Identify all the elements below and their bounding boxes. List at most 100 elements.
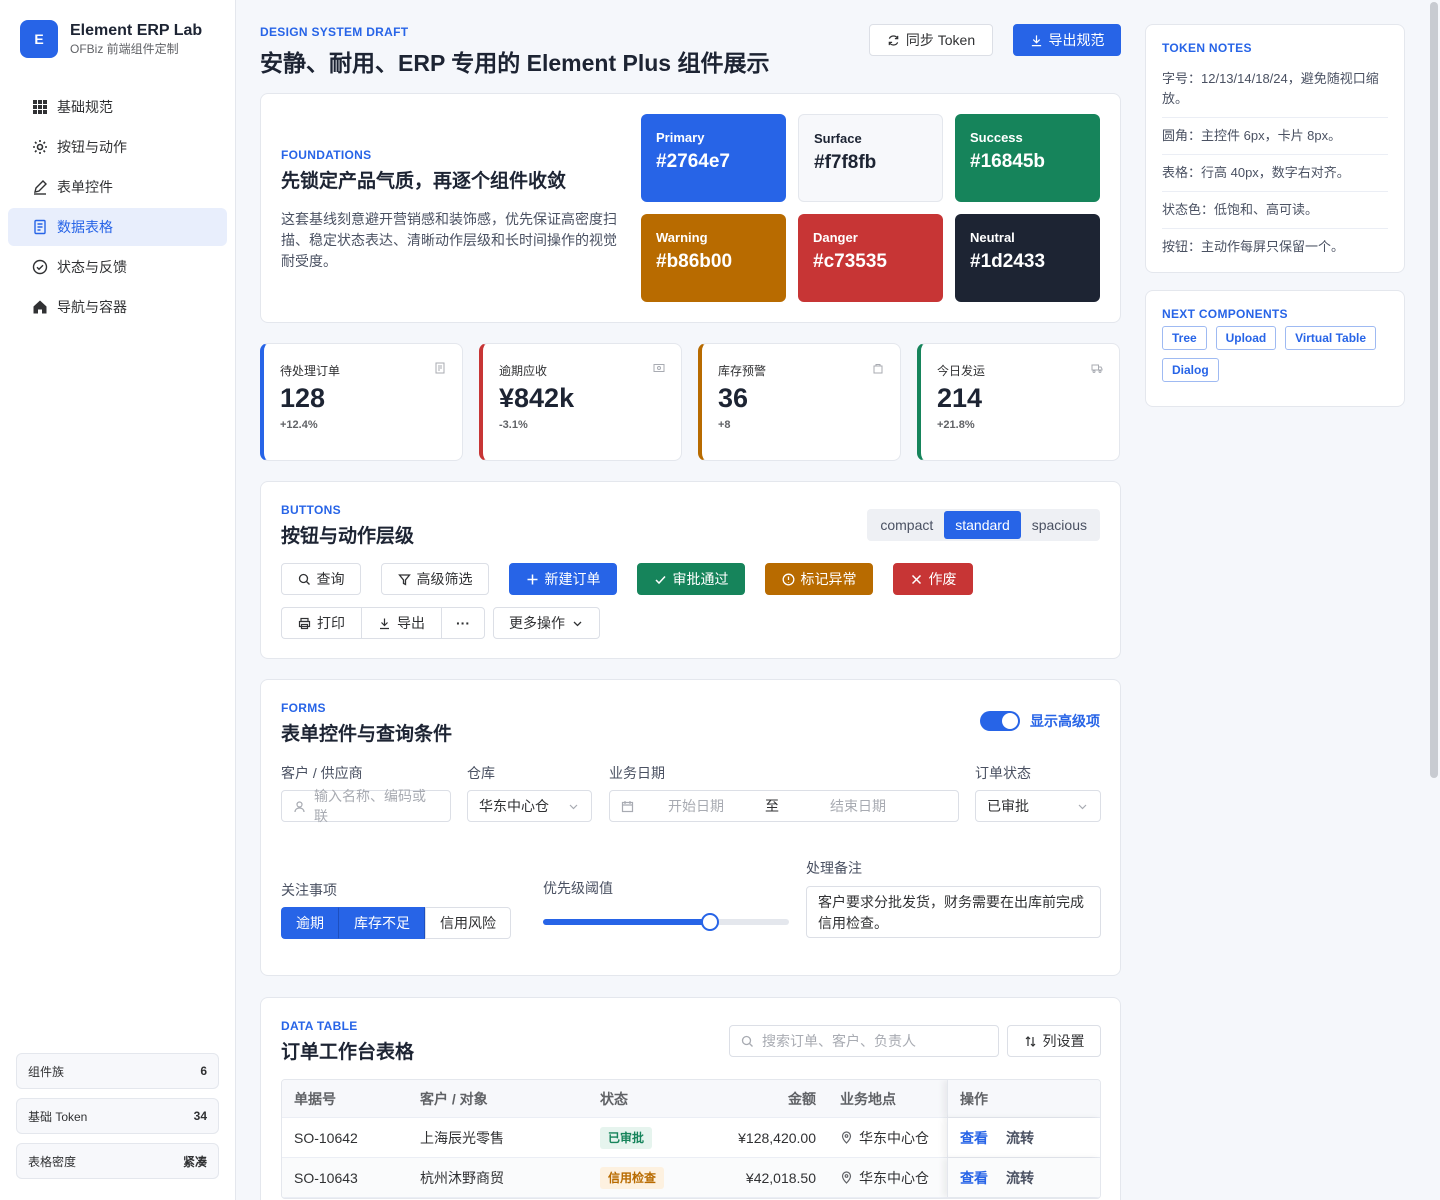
void-button[interactable]: 作废: [893, 563, 973, 595]
brand: E Element ERP Lab OFBiz 前端组件定制: [20, 20, 202, 58]
page-eyebrow: DESIGN SYSTEM DRAFT: [260, 25, 409, 39]
box-icon: [873, 364, 883, 374]
next-components-card: NEXT COMPONENTS Tree Upload Virtual Tabl…: [1145, 290, 1405, 407]
focus-option-low-stock[interactable]: 库存不足: [339, 907, 425, 939]
advanced-toggle[interactable]: 显示高级项: [980, 711, 1100, 731]
chip-virtual-table[interactable]: Virtual Table: [1285, 326, 1377, 350]
token-notes-eyebrow: TOKEN NOTES: [1162, 41, 1252, 55]
query-button[interactable]: 查询: [281, 563, 361, 595]
page-title: 安静、耐用、ERP 专用的 Element Plus 组件展示: [260, 50, 770, 76]
money-icon: [653, 364, 665, 372]
user-icon: [294, 800, 305, 812]
sidebar-item-foundations[interactable]: 基础规范: [8, 88, 227, 126]
token-notes-card: TOKEN NOTES 字号：12/13/14/18/24，避免随视口缩放。 圆…: [1145, 24, 1405, 273]
density-segmented: compact standard spacious: [867, 509, 1100, 541]
stat-component-families: 组件族 6: [16, 1053, 219, 1089]
sidebar: E Element ERP Lab OFBiz 前端组件定制 基础规范 按钮与动…: [0, 0, 236, 1200]
truck-icon: [1091, 364, 1103, 373]
download-icon: [380, 618, 389, 629]
note-item: 按钮：主动作每屏只保留一个。: [1162, 239, 1345, 254]
col-header-status[interactable]: 状态: [588, 1089, 698, 1109]
plus-icon: [527, 574, 537, 584]
warehouse-select[interactable]: 华东中心仓: [467, 790, 592, 822]
approve-button[interactable]: 审批通过: [637, 563, 745, 595]
sync-token-button[interactable]: 同步 Token: [869, 24, 993, 56]
swatch-primary: Primary #2764e7: [641, 114, 786, 202]
sidebar-item-status[interactable]: 状态与反馈: [8, 248, 227, 286]
focus-label: 关注事项: [281, 882, 337, 898]
col-header-customer[interactable]: 客户 / 对象: [408, 1089, 588, 1109]
sidebar-item-data-table[interactable]: 数据表格: [8, 208, 227, 246]
column-settings-button[interactable]: 列设置: [1007, 1025, 1101, 1057]
table-row[interactable]: SO-10643 杭州沐野商贸 信用检查 ¥42,018.50 华东中心仓 查看…: [282, 1158, 1100, 1198]
swatch-success: Success #16845b: [955, 114, 1100, 202]
cell-customer: 上海辰光零售: [420, 1129, 504, 1146]
focus-option-credit-risk[interactable]: 信用风险: [425, 907, 511, 939]
chip-tree[interactable]: Tree: [1162, 326, 1207, 350]
density-standard[interactable]: standard: [944, 511, 1021, 539]
close-icon: [911, 574, 921, 584]
table-card: DATA TABLE 订单工作台表格 搜索订单、客户、负责人 列设置 单据号 客…: [260, 997, 1121, 1200]
remark-textarea[interactable]: 客户要求分批发货，财务需要在出库前完成信用检查。: [806, 886, 1101, 938]
customer-input[interactable]: 输入名称、编码或联: [281, 788, 451, 824]
toggle-switch[interactable]: [980, 711, 1020, 731]
slider-fill: [543, 919, 711, 925]
date-range-picker[interactable]: 开始日期 至 结束日期: [609, 790, 959, 822]
grid-icon: [33, 100, 47, 114]
col-header-id[interactable]: 单据号: [282, 1089, 408, 1109]
date-end[interactable]: 结束日期: [786, 796, 930, 816]
brand-logo: E: [20, 20, 58, 58]
forms-eyebrow: FORMS: [281, 701, 326, 715]
status-badge: 已审批: [600, 1126, 653, 1149]
more-dots-button[interactable]: ···: [441, 607, 485, 639]
density-spacious[interactable]: spacious: [1021, 511, 1098, 539]
slider-thumb[interactable]: [701, 913, 720, 931]
page-scrollbar[interactable]: [1430, 2, 1438, 778]
sidebar-item-label: 状态与反馈: [57, 259, 127, 275]
brand-title: Element ERP Lab: [70, 22, 203, 39]
chip-upload[interactable]: Upload: [1215, 326, 1277, 350]
download-icon: [1031, 34, 1041, 46]
sidebar-item-label: 基础规范: [57, 99, 113, 115]
stat-table-density: 表格密度 紧凑: [16, 1143, 219, 1179]
col-header-location[interactable]: 业务地点: [828, 1089, 948, 1109]
foundations-desc: 这套基线刻意避开营销感和装饰感，优先保证高密度扫描、稳定状态表达、清晰动作层级和…: [281, 211, 617, 269]
date-start[interactable]: 开始日期: [634, 796, 758, 816]
cell-id: SO-10643: [294, 1169, 358, 1186]
note-item: 表格：行高 40px，数字右对齐。: [1162, 155, 1388, 192]
status-select[interactable]: 已审批: [975, 790, 1101, 822]
printer-icon: [298, 617, 311, 629]
edit-icon: [34, 180, 47, 195]
foundations-title: 先锁定产品气质，再逐个组件收敛: [281, 171, 567, 192]
print-button[interactable]: 打印: [281, 607, 361, 639]
swatch-neutral: Neutral #1d2433: [955, 214, 1100, 302]
view-link[interactable]: 查看: [960, 1128, 988, 1148]
density-compact[interactable]: compact: [869, 511, 944, 539]
col-header-amount[interactable]: 金额: [698, 1089, 828, 1109]
cell-customer: 杭州沐野商贸: [420, 1169, 504, 1186]
focus-checkbox-group: 逾期 库存不足 信用风险: [281, 907, 511, 939]
new-order-button[interactable]: 新建订单: [509, 563, 617, 595]
priority-slider[interactable]: [543, 913, 789, 931]
sidebar-item-buttons[interactable]: 按钮与动作: [8, 128, 227, 166]
warning-icon: [782, 573, 794, 585]
sidebar-item-navigation[interactable]: 导航与容器: [8, 288, 227, 326]
export-spec-button[interactable]: 导出规范: [1013, 24, 1121, 56]
ellipsis-icon: ···: [456, 615, 470, 631]
buttons-eyebrow: BUTTONS: [281, 503, 341, 517]
check-icon: [654, 575, 666, 584]
table-row[interactable]: SO-10642 上海辰光零售 已审批 ¥128,420.00 华东中心仓 查看…: [282, 1118, 1100, 1158]
focus-option-overdue[interactable]: 逾期: [281, 907, 339, 939]
orders-table: 单据号 客户 / 对象 状态 金额 业务地点 操作 SO-10642 上海辰光零…: [281, 1079, 1101, 1199]
sidebar-item-forms[interactable]: 表单控件: [8, 168, 227, 206]
view-link[interactable]: 查看: [960, 1168, 988, 1188]
advanced-filter-button[interactable]: 高级筛选: [381, 563, 489, 595]
flag-exception-button[interactable]: 标记异常: [765, 563, 873, 595]
more-actions-dropdown[interactable]: 更多操作: [493, 607, 600, 639]
transfer-link[interactable]: 流转: [1006, 1168, 1034, 1188]
transfer-link[interactable]: 流转: [1006, 1128, 1034, 1148]
swatch-danger: Danger #c73535: [798, 214, 943, 302]
table-search-input[interactable]: 搜索订单、客户、负责人: [729, 1025, 999, 1057]
export-button[interactable]: 导出: [361, 607, 441, 639]
chip-dialog[interactable]: Dialog: [1162, 358, 1219, 382]
